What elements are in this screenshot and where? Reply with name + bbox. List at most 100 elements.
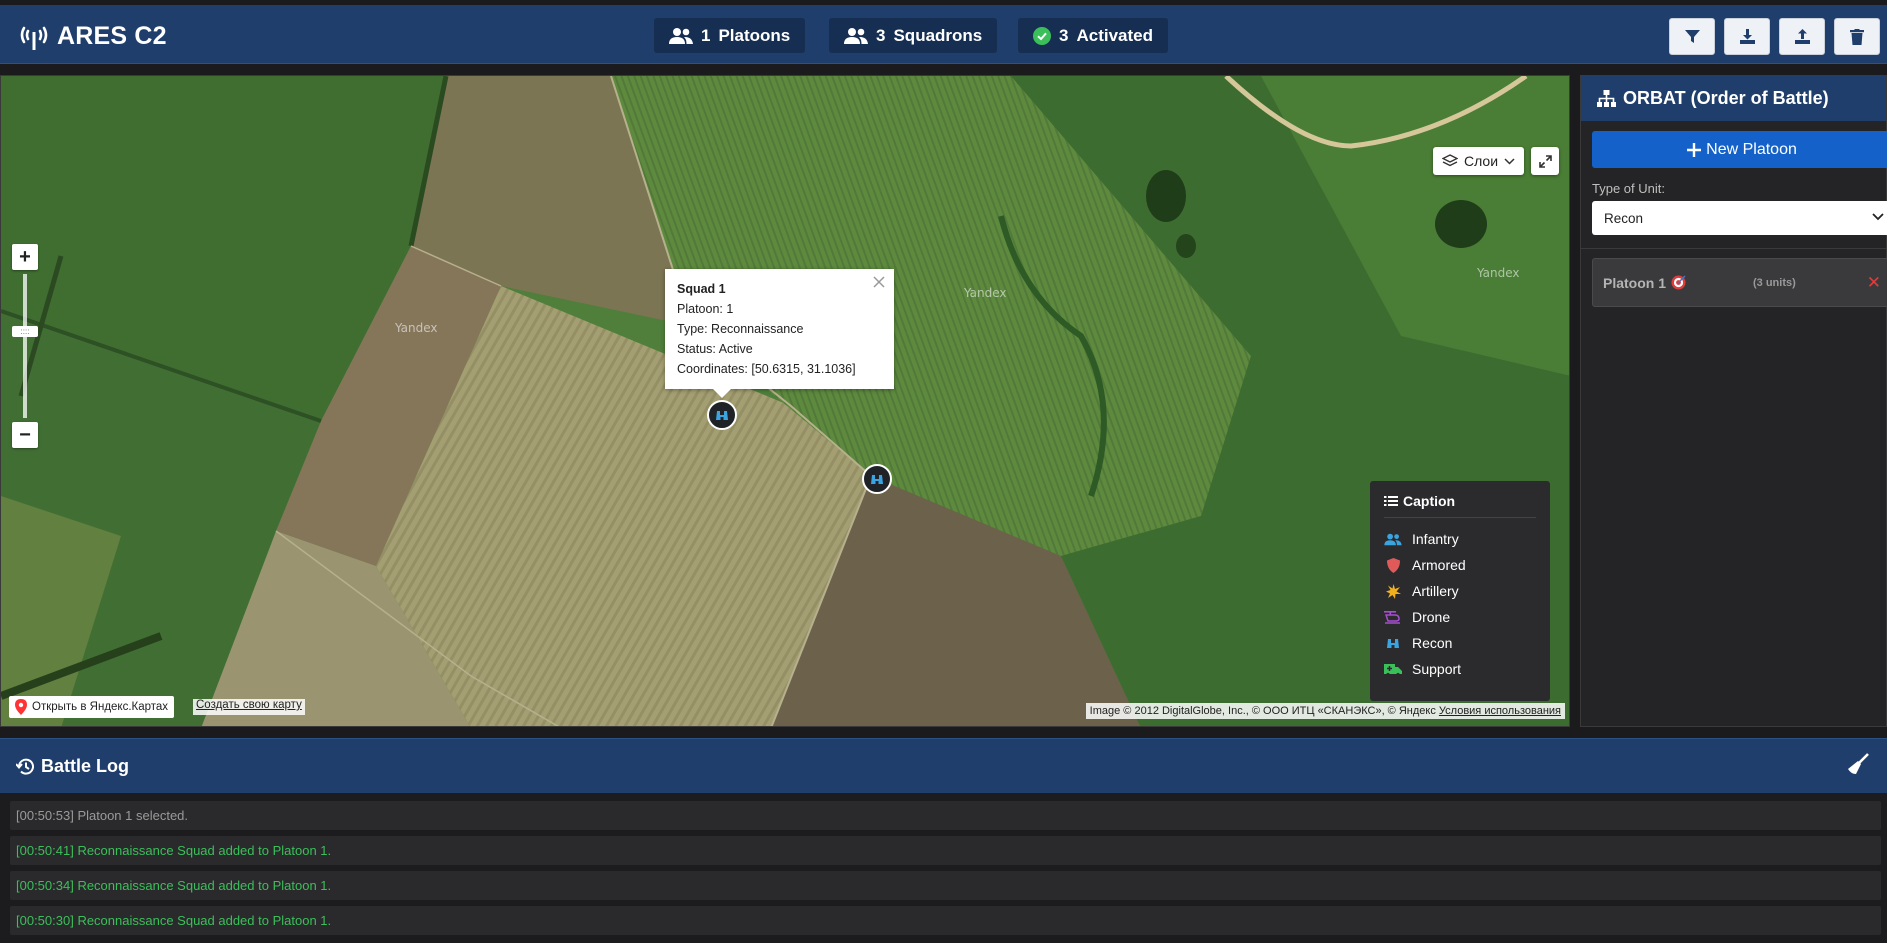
user-group-icon — [844, 27, 868, 44]
zoom-slider-track[interactable]: :::: — [12, 274, 38, 418]
log-entry: [00:50:34] Reconnaissance Squad added to… — [10, 871, 1881, 900]
legend-label: Support — [1412, 661, 1462, 677]
trash-icon — [1850, 28, 1864, 45]
legend-item-support: Support — [1384, 656, 1536, 682]
burst-icon — [1385, 583, 1401, 599]
activated-count: 3 — [1059, 25, 1069, 45]
orbat-panel: ORBAT (Order of Battle) New Platoon Type… — [1580, 75, 1887, 727]
log-entry: [00:50:53] Platoon 1 selected. — [10, 801, 1881, 830]
orbat-header: ORBAT (Order of Battle) — [1581, 76, 1886, 121]
broadcast-tower-icon — [20, 26, 48, 50]
target-icon — [1671, 275, 1686, 290]
popup-type: Type: Reconnaissance — [677, 322, 804, 336]
battle-log-panel: Battle Log [00:50:53] Platoon 1 selected… — [0, 738, 1887, 943]
zoom-out-button[interactable]: − — [12, 422, 38, 448]
recon-unit-marker[interactable] — [862, 464, 892, 494]
create-map-link[interactable]: Создать свою карту — [193, 699, 305, 715]
chevron-down-icon — [1872, 213, 1884, 221]
app-title: ARES C2 — [57, 22, 167, 50]
log-entry: [00:50:30] Reconnaissance Squad added to… — [10, 906, 1881, 935]
orbat-title: ORBAT (Order of Battle) — [1623, 88, 1829, 108]
legend-item-drone: Drone — [1384, 604, 1536, 630]
legend-label: Recon — [1412, 635, 1453, 651]
legend-header: Caption — [1384, 493, 1536, 518]
binoculars-icon — [1387, 639, 1399, 648]
divider — [1581, 248, 1887, 249]
check-circle-icon — [1033, 26, 1051, 45]
download-icon — [1739, 29, 1755, 44]
unit-type-select[interactable]: Recon — [1592, 201, 1887, 235]
recon-unit-marker[interactable] — [707, 400, 737, 430]
plus-icon — [1687, 142, 1702, 157]
yandex-watermark: Yandex — [964, 286, 1007, 300]
squadrons-label: Squadrons — [893, 25, 983, 45]
battle-log-header: Battle Log — [0, 738, 1887, 793]
unit-type-label: Type of Unit: — [1592, 181, 1665, 196]
map-legend: Caption Infantry Armored Artillery Drone… — [1370, 481, 1550, 701]
satellite-imagery — [1, 76, 1569, 726]
platoon-unit-count: (3 units) — [1753, 276, 1796, 289]
unit-type-value: Recon — [1604, 210, 1644, 226]
yandex-watermark: Yandex — [395, 321, 438, 335]
zoom-slider-handle[interactable]: :::: — [12, 326, 38, 337]
layers-label: Слои — [1464, 153, 1499, 169]
app-brand: ARES C2 — [19, 22, 167, 51]
map-copyright: Image © 2012 DigitalGlobe, Inc., © ООО И… — [1085, 703, 1565, 719]
terms-link[interactable]: Условия использования — [1439, 705, 1561, 717]
helicopter-icon — [1384, 610, 1400, 624]
legend-label: Infantry — [1412, 531, 1459, 547]
shield-icon — [1386, 557, 1400, 573]
close-icon[interactable] — [870, 273, 888, 291]
legend-label: Drone — [1412, 609, 1451, 625]
new-platoon-label: New Platoon — [1706, 140, 1797, 158]
fullscreen-button[interactable] — [1531, 147, 1559, 175]
unit-info-popup: Squad 1 Platoon: 1 Type: Reconnaissance … — [665, 269, 894, 398]
platoons-stat: 1 Platoons — [654, 18, 806, 53]
legend-item-infantry: Infantry — [1384, 526, 1536, 552]
expand-icon — [1538, 154, 1552, 168]
download-button[interactable] — [1724, 18, 1770, 55]
sitemap-icon — [1597, 90, 1616, 107]
users-icon — [669, 27, 693, 44]
platoons-count: 1 — [701, 25, 711, 45]
platoon-name: Platoon 1 — [1603, 274, 1667, 291]
ambulance-icon — [1384, 663, 1402, 676]
filter-icon — [1684, 30, 1700, 43]
layers-button[interactable]: Слои — [1433, 147, 1525, 175]
open-in-yandex-label: Открыть в Яндекс.Картах — [32, 701, 169, 713]
activated-label: Activated — [1076, 25, 1153, 45]
broom-icon[interactable] — [1847, 753, 1869, 775]
binoculars-icon — [716, 411, 728, 420]
legend-item-armored: Armored — [1384, 552, 1536, 578]
legend-title: Caption — [1403, 493, 1456, 509]
upload-button[interactable] — [1779, 18, 1825, 55]
filter-button[interactable] — [1669, 18, 1715, 55]
battle-log-title: Battle Log — [41, 755, 129, 776]
open-in-yandex-link[interactable]: Открыть в Яндекс.Картах — [9, 696, 175, 718]
top-bar: ARES C2 1 Platoons 3 Squadrons 3 Activat… — [0, 5, 1887, 64]
satellite-map[interactable]: Yandex Yandex Yandex + :::: − Слои Squad… — [0, 75, 1570, 727]
clear-all-button[interactable] — [1834, 18, 1880, 55]
yandex-watermark: Yandex — [1477, 266, 1520, 280]
squadrons-stat: 3 Squadrons — [829, 18, 998, 53]
layers-icon — [1442, 154, 1458, 167]
map-pin-icon — [15, 699, 27, 715]
popup-title: Squad 1 — [677, 282, 726, 296]
legend-label: Armored — [1412, 557, 1466, 573]
delete-platoon-button[interactable]: ✕ — [1867, 273, 1881, 293]
activated-stat: 3 Activated — [1018, 18, 1168, 53]
new-platoon-button[interactable]: New Platoon — [1592, 131, 1887, 168]
platoon-card[interactable]: Platoon 1 (3 units) ✕ — [1592, 258, 1887, 307]
binoculars-icon — [871, 475, 883, 484]
zoom-control: + :::: − — [12, 244, 38, 448]
copyright-text: Image © 2012 DigitalGlobe, Inc., © ООО И… — [1089, 705, 1436, 717]
legend-label: Artillery — [1412, 583, 1459, 599]
popup-platoon: Platoon: 1 — [677, 302, 734, 316]
platoons-label: Platoons — [718, 25, 791, 45]
upload-icon — [1794, 29, 1810, 44]
zoom-in-button[interactable]: + — [12, 244, 38, 270]
legend-item-recon: Recon — [1384, 630, 1536, 656]
popup-coordinates: Coordinates: [50.6315, 31.1036] — [677, 362, 856, 376]
list-icon — [1384, 496, 1398, 506]
history-icon — [16, 758, 34, 775]
